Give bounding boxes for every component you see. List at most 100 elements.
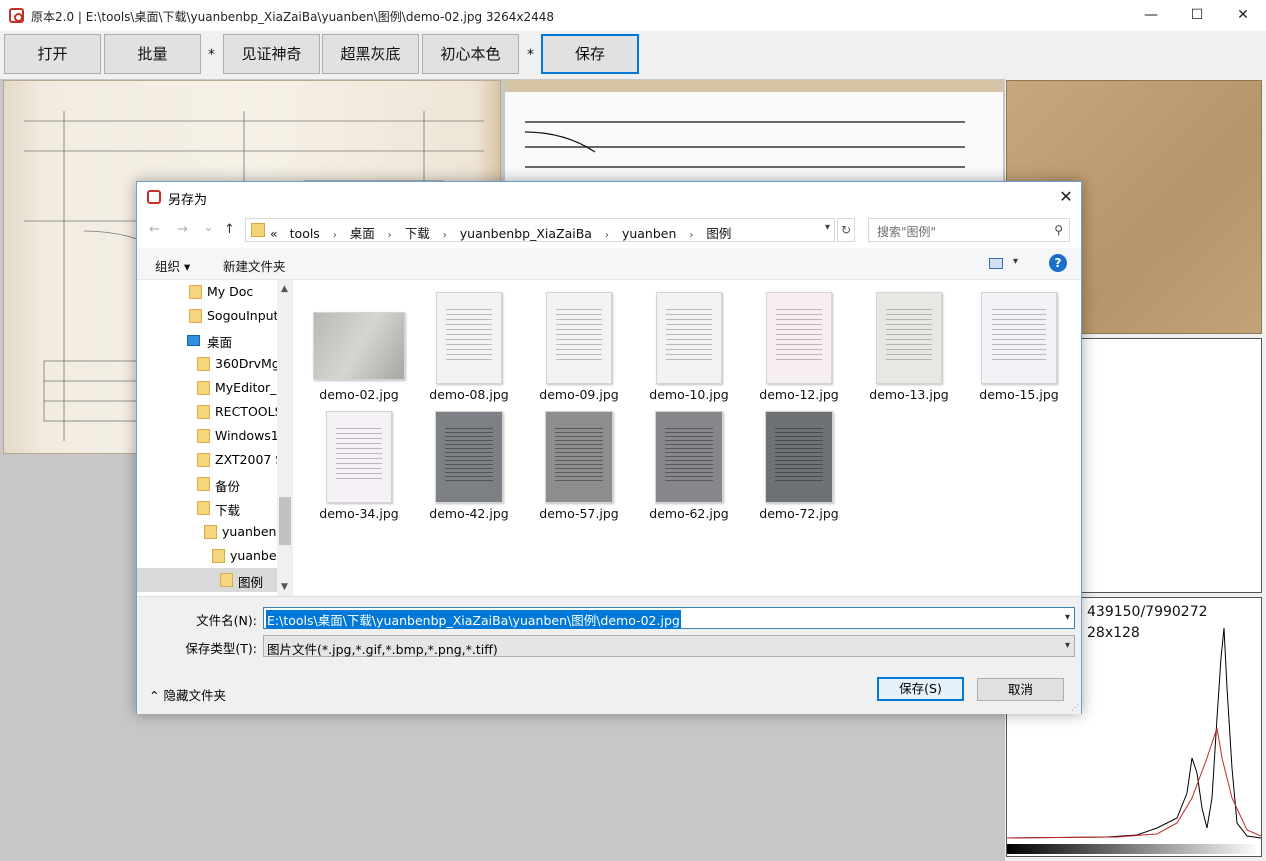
tree-item-label: 备份 [215,479,241,494]
hide-folders-toggle[interactable]: ⌃ 隐藏文件夹 [149,685,226,704]
tree-item-backup[interactable]: 备份 [137,472,277,496]
forward-arrow-icon[interactable]: → [177,222,188,237]
original-color-button[interactable]: 初心本色 [422,34,519,74]
file-thumbnail [765,411,833,503]
breadcrumb-separator[interactable]: › [388,230,392,241]
organize-menu[interactable]: 组织 ▾ [155,256,190,275]
dialog-app-icon [147,190,161,204]
folder-icon [189,309,202,323]
address-bar[interactable]: « tools › 桌面 › 下载 › yuanbenbp_XiaZaiBa ›… [245,218,835,242]
tree-item-label: SogouInput [207,308,277,323]
super-black-gray-button[interactable]: 超黑灰底 [322,34,419,74]
filename-value[interactable]: E:\tools\桌面\下载\yuanbenbp_XiaZaiBa\yuanbe… [266,610,681,629]
file-item-demo-42[interactable]: demo-42.jpg [414,403,524,521]
view-mode-icon[interactable] [989,258,1003,269]
scroll-up-icon[interactable]: ▲ [281,284,288,294]
filename-input[interactable]: E:\tools\桌面\下载\yuanbenbp_XiaZaiBa\yuanbe… [263,607,1075,629]
file-item-demo-10[interactable]: demo-10.jpg [634,284,744,402]
tree-item-my-doc[interactable]: My Doc [137,280,277,304]
help-icon[interactable]: ? [1049,254,1067,272]
folder-icon [220,573,233,587]
folder-tree: My Doc SogouInput 桌面 360DrvMg MyEditor_x… [137,280,293,596]
tree-item-downloads[interactable]: 下载 [137,496,277,520]
recent-locations-icon[interactable]: ⌄ [203,220,214,235]
breadcrumb-separator[interactable]: › [333,230,337,241]
histogram-red-series [1007,727,1261,839]
file-item-demo-09[interactable]: demo-09.jpg [524,284,634,402]
up-folder-icon[interactable]: ↑ [224,222,235,237]
file-item-demo-15[interactable]: demo-15.jpg [964,284,1074,402]
folder-icon [197,429,210,443]
cancel-button[interactable]: 取消 [977,678,1064,701]
tree-item-label: 下载 [215,503,241,518]
folder-icon [251,223,265,237]
file-item-demo-08[interactable]: demo-08.jpg [414,284,524,402]
breadcrumb-downloads[interactable]: 下载 [405,226,430,241]
breadcrumb-desktop[interactable]: 桌面 [350,226,375,241]
chevron-down-icon[interactable]: ▾ [1065,640,1070,651]
tree-scrollbar[interactable]: ▲ ▼ [277,280,293,596]
view-dropdown-icon[interactable]: ▾ [1013,256,1018,267]
scrollbar-thumb[interactable] [279,497,291,545]
navigation-bar: ← → ⌄ ↑ « tools › 桌面 › 下载 › yuanbenbp_Xi… [137,212,1081,248]
search-input[interactable]: 搜索"图例" [877,223,936,240]
tree-item-windows10[interactable]: Windows1( [137,424,277,448]
save-toolbar-button[interactable]: 保存 [541,34,639,74]
desktop-icon [187,335,200,346]
resize-grip-icon[interactable]: ⋰ [1071,703,1079,712]
command-bar: 组织 ▾ 新建文件夹 ▾ ? [137,248,1081,280]
breadcrumb-overflow[interactable]: « [270,226,278,241]
tree-item-rectools[interactable]: RECTOOLS [137,400,277,424]
tree-item-360drvmg[interactable]: 360DrvMg [137,352,277,376]
breadcrumb-tools[interactable]: tools [290,226,320,241]
file-thumbnail [981,292,1057,384]
tree-item-desktop[interactable]: 桌面 [137,328,277,352]
breadcrumb-separator[interactable]: › [443,230,447,241]
tree-item-tuli[interactable]: 图例 [137,568,277,592]
file-name: demo-62.jpg [649,506,729,521]
search-box[interactable]: 搜索"图例" ⚲ [868,218,1070,242]
dialog-close-button[interactable]: ✕ [1051,182,1081,212]
breadcrumb-separator[interactable]: › [689,230,693,241]
tree-item-zxt2007[interactable]: ZXT2007 S [137,448,277,472]
filetype-select[interactable]: 图片文件(*.jpg,*.gif,*.bmp,*.png,*.tiff) ▾ [263,635,1075,657]
minimize-button[interactable]: — [1128,0,1174,31]
file-item-demo-13[interactable]: demo-13.jpg [854,284,964,402]
open-button[interactable]: 打开 [4,34,101,74]
new-folder-button[interactable]: 新建文件夹 [223,256,286,275]
file-item-demo-34[interactable]: demo-34.jpg [304,403,414,521]
tree-item-label: My Doc [207,284,254,299]
maximize-button[interactable]: ☐ [1174,0,1220,31]
tree-item-sogouinput[interactable]: SogouInput [137,304,277,328]
witness-magic-button[interactable]: 见证神奇 [223,34,320,74]
tree-item-myeditor[interactable]: MyEditor_x [137,376,277,400]
save-button[interactable]: 保存(S) [877,677,964,701]
breadcrumb-yuanbenbp[interactable]: yuanbenbp_XiaZaiBa [460,226,592,241]
file-name: demo-42.jpg [429,506,509,521]
file-item-demo-12[interactable]: demo-12.jpg [744,284,854,402]
close-button[interactable]: ✕ [1220,0,1266,31]
breadcrumb-yuanben[interactable]: yuanben [622,226,676,241]
search-icon[interactable]: ⚲ [1054,223,1063,237]
refresh-icon[interactable]: ↻ [837,218,855,242]
filetype-label: 保存类型(T): [185,641,257,656]
back-arrow-icon[interactable]: ← [149,222,160,237]
folder-icon [197,405,210,419]
breadcrumb-separator[interactable]: › [605,230,609,241]
scroll-down-icon[interactable]: ▼ [281,582,288,592]
file-item-demo-02[interactable]: demo-02.jpg [304,284,414,402]
chevron-down-icon[interactable]: ▾ [825,222,830,233]
tree-item-yuanbenbp[interactable]: yuanbenb [137,520,277,544]
chevron-down-icon[interactable]: ▾ [1065,612,1070,623]
file-item-demo-57[interactable]: demo-57.jpg [524,403,634,521]
file-item-demo-62[interactable]: demo-62.jpg [634,403,744,521]
breadcrumb-tuli[interactable]: 图例 [706,226,731,241]
dialog-title-bar: 另存为 ✕ [137,182,1081,212]
toolbar: 打开 批量 * 见证神奇 超黑灰底 初心本色 * 保存 [0,31,1266,79]
file-name: demo-08.jpg [429,387,509,402]
file-item-demo-72[interactable]: demo-72.jpg [744,403,854,521]
app-logo-icon [9,8,24,23]
batch-button[interactable]: 批量 [104,34,201,74]
file-name: demo-09.jpg [539,387,619,402]
tree-item-yuanben[interactable]: yuanber [137,544,277,568]
